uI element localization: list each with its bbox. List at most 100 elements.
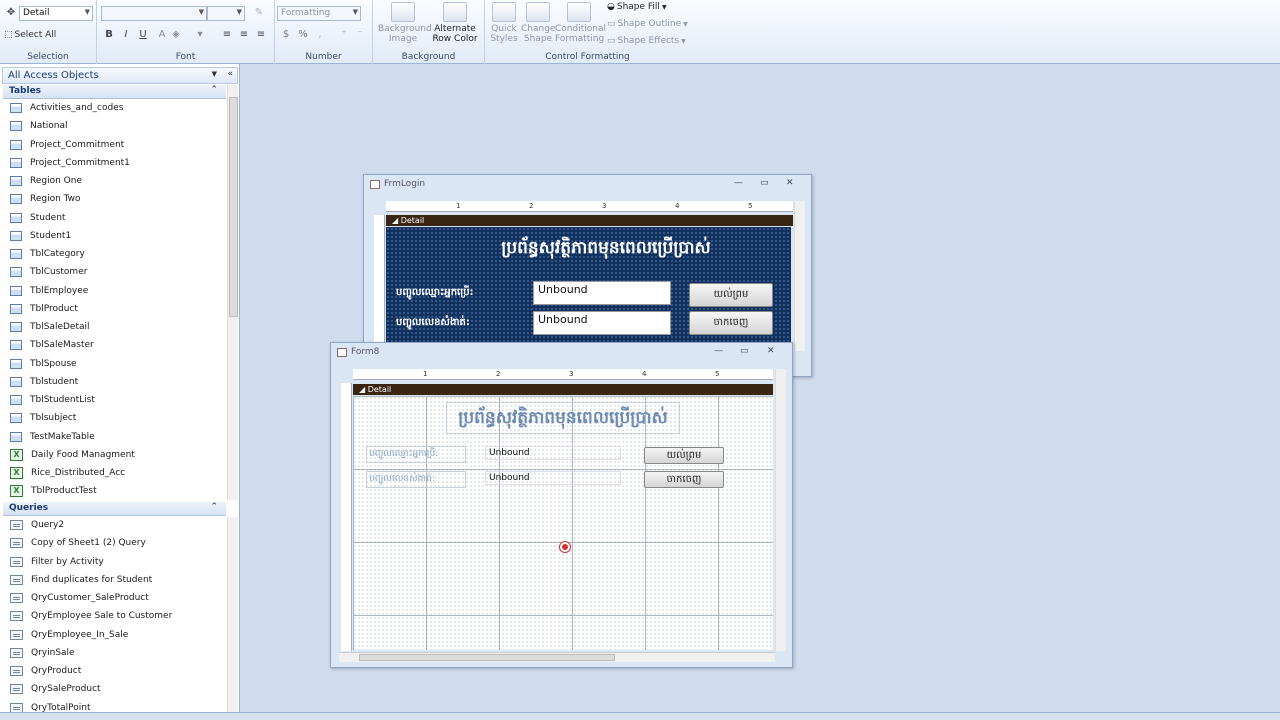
table-item[interactable]: TblEmployee [10, 282, 88, 300]
table-item[interactable]: TblCategory [10, 245, 85, 263]
font-name-select[interactable]: ▼ [101, 6, 207, 21]
username-field[interactable]: Unbound [533, 281, 671, 305]
queries-scrollbar[interactable] [227, 517, 238, 712]
fill-color-icon[interactable]: ◈ [169, 28, 183, 42]
password-field[interactable]: Unbound [485, 471, 621, 485]
table-item[interactable]: TblSaleMaster [10, 336, 94, 354]
scrollbar-thumb[interactable] [229, 97, 238, 317]
table-item[interactable]: Region One [10, 172, 82, 190]
restore-icon[interactable]: ▭ [740, 346, 749, 356]
quick-styles-button[interactable]: Quick Styles [487, 2, 521, 44]
query-item[interactable]: Find duplicates for Student [10, 571, 152, 589]
query-item[interactable]: QryinSale [10, 644, 75, 662]
query-item[interactable]: QryEmployee Sale to Customer [10, 607, 172, 625]
restore-icon[interactable]: ▭ [760, 178, 769, 188]
frmlogin-titlebar[interactable]: FrmLogin [370, 179, 425, 189]
italic-icon[interactable]: I [119, 28, 133, 42]
table-item[interactable]: Region Two [10, 190, 81, 208]
conditional-formatting-icon [567, 2, 591, 22]
number-format-select[interactable]: Formatting ▼ [277, 6, 361, 21]
table-item[interactable]: TblSaleDetail [10, 318, 90, 336]
form8-vscrollbar[interactable] [775, 369, 786, 651]
tables-section-header[interactable]: Tables ⌃ [3, 85, 226, 99]
table-item[interactable]: Student [10, 209, 65, 227]
ruler-tick-label: 1 [423, 370, 428, 378]
queries-section-header[interactable]: Queries ⌃ [3, 502, 226, 516]
align-left-icon[interactable]: ≡ [220, 28, 234, 42]
tables-scrollbar[interactable] [227, 85, 238, 500]
currency-icon[interactable]: $ [279, 28, 293, 42]
username-label[interactable]: បញ្ចូលឈ្មោះអ្នកប្រើ: [366, 446, 466, 463]
underline-icon[interactable]: U [136, 28, 150, 42]
query-item[interactable]: Query2 [10, 516, 64, 534]
password-label[interactable]: បញ្ចូលលេខសំងាត់: [366, 471, 466, 488]
frmlogin-vscrollbar[interactable] [794, 201, 805, 351]
table-item[interactable]: TblSpouse [10, 355, 77, 373]
align-center-icon[interactable]: ≡ [237, 28, 251, 42]
collapse-pane-icon[interactable]: « [227, 69, 233, 79]
table-item[interactable]: Project_Commitment1 [10, 154, 130, 172]
exit-button[interactable]: ចាកចេញ [689, 311, 773, 335]
query-item[interactable]: QryProduct [10, 662, 81, 680]
conditional-formatting-button[interactable]: Conditional Formatting [555, 2, 606, 44]
form8-hscrollbar[interactable] [339, 652, 775, 662]
query-item[interactable]: QryCustomer_SaleProduct [10, 589, 149, 607]
ok-button[interactable]: យល់ព្រម [689, 283, 773, 307]
password-field[interactable]: Unbound [533, 311, 671, 335]
bold-icon[interactable]: B [102, 28, 116, 42]
table-item[interactable]: Activities_and_codes [10, 99, 123, 117]
table-item[interactable]: TblCustomer [10, 263, 87, 281]
minimize-icon[interactable]: — [734, 178, 743, 188]
nav-pane-header[interactable]: All Access Objects ▼ « [2, 67, 238, 84]
form8-window[interactable]: Form8 — ▭ ✕ 1 2 3 4 5 ◢ Detail ប្រព័ន្ធសុវត្… [330, 342, 793, 668]
alternate-row-color-button[interactable]: Alternate Row Color [429, 2, 481, 44]
comma-icon[interactable]: , [313, 28, 327, 42]
shape-outline-button[interactable]: ▭ Shape Outline ▼ [607, 19, 688, 29]
table-item-label: Project_Commitment [30, 139, 125, 150]
ruler-tick-label: 4 [675, 202, 680, 210]
form8-titlebar[interactable]: Form8 [337, 347, 379, 357]
query-item[interactable]: QryEmployee_In_Sale [10, 626, 128, 644]
username-field[interactable]: Unbound [485, 446, 621, 460]
linked-table-item[interactable]: X Rice_Distributed_Acc [10, 464, 125, 482]
select-all-button[interactable]: ⬚ Select All [4, 30, 56, 40]
linked-table-item[interactable]: X Daily Food Managment [10, 446, 135, 464]
decrease-decimal-icon[interactable]: ⁻ [353, 28, 367, 42]
table-item[interactable]: TblStudentList [10, 391, 95, 409]
format-painter-icon[interactable]: ✎ [252, 6, 266, 20]
minimize-icon[interactable]: — [714, 346, 723, 356]
object-select[interactable]: Detail ▼ [19, 6, 93, 21]
chevron-down-icon[interactable]: ▼ [212, 70, 217, 78]
background-color-icon[interactable]: ▾ [193, 28, 207, 42]
ok-button[interactable]: យល់ព្រម [644, 447, 724, 464]
table-item[interactable]: Tblstudent [10, 373, 78, 391]
query-icon [10, 556, 23, 567]
change-shape-button[interactable]: Change Shape [521, 2, 555, 44]
scrollbar-thumb[interactable] [359, 654, 615, 661]
detail-section-bar[interactable]: ◢ Detail [353, 384, 773, 395]
shape-fill-button[interactable]: ◒ Shape Fill ▼ [607, 2, 667, 12]
query-item[interactable]: Filter by Activity [10, 553, 104, 571]
form-heading[interactable]: ប្រព័ន្ធសុវត្ថិភាពមុនពេលប្រើប្រាស់ [446, 402, 680, 434]
close-icon[interactable]: ✕ [786, 178, 794, 188]
table-item[interactable]: TestMakeTable [10, 428, 95, 446]
table-item[interactable]: National [10, 117, 68, 135]
increase-decimal-icon[interactable]: ⁺ [337, 28, 351, 42]
query-item[interactable]: Copy of Sheet1 (2) Query [10, 534, 146, 552]
linked-table-item[interactable]: X TblProductTest [10, 482, 97, 500]
table-item[interactable]: TblProduct [10, 300, 78, 318]
font-color-icon[interactable]: A [155, 28, 169, 42]
table-item[interactable]: Project_Commitment [10, 136, 124, 154]
exit-button[interactable]: ចាកចេញ [644, 471, 724, 488]
form8-design-canvas[interactable]: ប្រព័ន្ធសុវត្ថិភាពមុនពេលប្រើប្រាស់ បញ្ចូ… [353, 396, 773, 650]
percent-icon[interactable]: % [296, 28, 310, 42]
shape-effects-button[interactable]: ▭ Shape Effects ▼ [607, 36, 686, 46]
close-icon[interactable]: ✕ [767, 346, 775, 356]
font-size-select[interactable]: ▼ [207, 6, 245, 21]
table-item[interactable]: Tblsubject [10, 409, 76, 427]
background-image-button[interactable]: Background Image [378, 2, 432, 44]
detail-section-bar[interactable]: ◢ Detail [386, 215, 793, 226]
query-item[interactable]: QrySaleProduct [10, 680, 101, 698]
table-item[interactable]: Student1 [10, 227, 71, 245]
align-right-icon[interactable]: ≡ [254, 28, 268, 42]
